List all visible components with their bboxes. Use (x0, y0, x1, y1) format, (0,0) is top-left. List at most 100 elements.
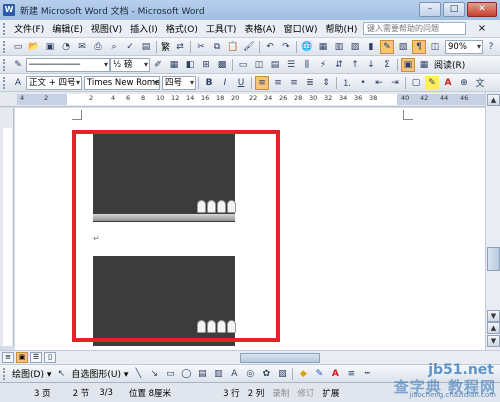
increase-indent-icon[interactable]: ⇥ (388, 76, 402, 90)
menu-window[interactable]: 窗口(W) (280, 22, 322, 35)
format-painter-icon[interactable]: 🖌 (242, 40, 256, 54)
read-mode-button[interactable]: 阅读(R) (432, 58, 467, 71)
pen-color-icon[interactable]: ✐ (151, 58, 165, 72)
distribute-rows-icon[interactable]: ☰ (284, 58, 298, 72)
horizontal-scroll-thumb[interactable] (240, 353, 320, 363)
decrease-indent-icon[interactable]: ⇤ (372, 76, 386, 90)
font-size-dropdown[interactable]: 四号 (162, 75, 196, 90)
hyperlink-icon[interactable]: 🌐 (300, 40, 314, 54)
toolbar-grip[interactable] (3, 40, 7, 53)
show-paragraph-icon[interactable]: ◫ (428, 40, 442, 54)
font-color-button[interactable]: A (441, 76, 455, 90)
cut-icon[interactable]: ✂ (194, 40, 208, 54)
line-style-icon[interactable]: ≡ (344, 367, 358, 381)
permission-icon[interactable]: ◔ (59, 40, 73, 54)
menu-help[interactable]: 帮助(H) (322, 22, 362, 35)
draw-menu-button[interactable]: 绘图(D) ▾ (10, 367, 53, 380)
textbox-icon[interactable]: ▤ (195, 367, 209, 381)
print-icon[interactable]: ⎙ (91, 40, 105, 54)
sort-desc-icon[interactable]: ↓ (364, 58, 378, 72)
help-search-input[interactable]: 键入需要帮助的问题 (363, 22, 466, 35)
columns-icon[interactable]: ▮ (364, 40, 378, 54)
line-color-icon[interactable]: ✎ (312, 367, 326, 381)
menu-table[interactable]: 表格(A) (240, 22, 279, 35)
insert-table-icon[interactable]: ▥ (332, 40, 346, 54)
outside-border-icon[interactable]: ▢ (409, 76, 423, 90)
line-weight-dropdown[interactable]: ½ 磅 (110, 57, 150, 72)
vertical-scroll-thumb[interactable] (487, 247, 500, 271)
paste-icon[interactable]: 📋 (226, 40, 240, 54)
clipart-icon[interactable]: ✿ (259, 367, 273, 381)
maximize-button[interactable]: □ (443, 2, 465, 17)
menu-format[interactable]: 格式(O) (162, 22, 202, 35)
vertical-scrollbar[interactable]: ▲ ▼ ▲ ▼ (485, 92, 500, 350)
align-left-icon[interactable]: ≡ (255, 75, 269, 90)
scroll-down-arrow-icon[interactable]: ▼ (487, 310, 500, 322)
next-page-icon[interactable]: ▼ (487, 335, 500, 347)
zoom-dropdown[interactable]: 90% (445, 39, 484, 54)
document-map-icon[interactable]: ▧ (396, 40, 410, 54)
document-close-icon[interactable]: × (476, 23, 488, 35)
align-center-icon[interactable]: ≡ (271, 76, 285, 90)
redo-icon[interactable]: ↷ (279, 40, 293, 54)
oval-icon[interactable]: ◯ (179, 367, 193, 381)
italic-button[interactable]: I (218, 76, 232, 90)
arrow-icon[interactable]: ↘ (147, 367, 161, 381)
line-style-dropdown[interactable]: ────────── (26, 57, 110, 72)
draw-pen-icon[interactable]: ✎ (11, 58, 25, 72)
line-icon[interactable]: ╲ (131, 367, 145, 381)
status-track-changes[interactable]: 修订 (293, 387, 318, 399)
eraser-icon[interactable]: ◧ (183, 58, 197, 72)
fill-color-icon[interactable]: ◆ (296, 367, 310, 381)
drawing-icon[interactable]: ✎ (380, 39, 395, 54)
text-direction-icon[interactable]: ⇵ (332, 58, 346, 72)
document-page[interactable]: ↵ (15, 108, 485, 350)
split-cells-icon[interactable]: ◫ (252, 58, 266, 72)
autoshapes-menu-button[interactable]: 自选图形(U) ▾ (69, 367, 130, 380)
phonetic-guide-icon[interactable]: 文 (473, 76, 487, 90)
toolbar-grip[interactable] (3, 58, 7, 71)
normal-view-icon[interactable]: ≡ (2, 352, 14, 363)
sort-asc-icon[interactable]: ↑ (348, 58, 362, 72)
traditional-chinese-button[interactable]: 繁 (159, 40, 172, 53)
horizontal-ruler[interactable]: 4 2 2 4 6 8 10 12 14 16 18 20 22 24 26 2… (0, 92, 500, 107)
menu-insert[interactable]: 插入(I) (126, 22, 162, 35)
status-record[interactable]: 录制 (268, 387, 293, 399)
wordart-icon[interactable]: A (227, 367, 241, 381)
styles-pane-icon[interactable]: A (11, 76, 25, 90)
menu-grip[interactable] (3, 22, 7, 35)
open-folder-icon[interactable]: 📂 (27, 40, 41, 54)
translate-icon[interactable]: ⇄ (173, 40, 187, 54)
undo-icon[interactable]: ↶ (263, 40, 277, 54)
highlight-icon[interactable]: ✎ (425, 75, 439, 90)
email-icon[interactable]: ✉ (75, 40, 89, 54)
picture-icon[interactable]: ▧ (275, 367, 289, 381)
word-app-icon[interactable]: W (3, 4, 15, 16)
vertical-ruler[interactable] (0, 108, 14, 346)
research-icon[interactable]: ▤ (139, 40, 153, 54)
frame-icon[interactable]: ▣ (401, 57, 415, 72)
merge-cells-icon[interactable]: ▭ (236, 58, 250, 72)
select-objects-icon[interactable]: ↖ (54, 367, 68, 381)
align-right-icon[interactable]: ≡ (287, 76, 301, 90)
show-hide-icon[interactable]: ¶ (412, 39, 427, 54)
underline-button[interactable]: U (234, 76, 248, 90)
new-document-icon[interactable]: ▭ (11, 40, 25, 54)
gridlines-icon[interactable]: ▦ (417, 58, 431, 72)
drawing-font-color-button[interactable]: A (328, 367, 342, 381)
reading-view-icon[interactable]: ▯ (44, 352, 56, 363)
dash-style-icon[interactable]: ┅ (360, 367, 374, 381)
outline-view-icon[interactable]: ☰ (30, 352, 42, 363)
horizontal-scrollbar[interactable]: ≡ ▣ ☰ ▯ (0, 350, 500, 364)
insert-excel-icon[interactable]: ▨ (348, 40, 362, 54)
page-view-icon[interactable]: ▣ (16, 352, 28, 363)
justify-icon[interactable]: ≣ (303, 76, 317, 90)
autosum-icon[interactable]: Σ (380, 58, 394, 72)
diagram-icon[interactable]: ◎ (243, 367, 257, 381)
table-draw-icon[interactable]: ▦ (167, 58, 181, 72)
shading-icon[interactable]: ▩ (215, 58, 229, 72)
help-icon[interactable]: ? (484, 40, 498, 54)
numbering-icon[interactable]: ⒈ (340, 76, 354, 90)
autoformat-icon[interactable]: ⚡ (316, 58, 330, 72)
style-dropdown[interactable]: 正文 + 四号 (26, 75, 82, 90)
